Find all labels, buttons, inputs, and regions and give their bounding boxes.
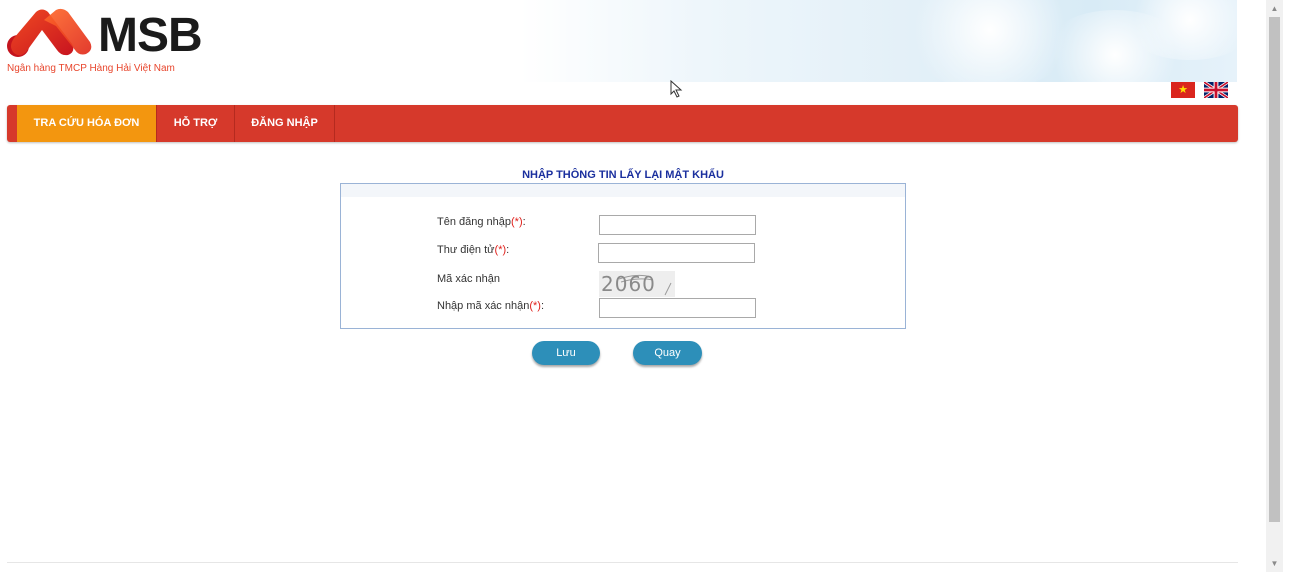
email-label: Thư điện tử(*): — [437, 244, 509, 256]
captcha-input-label-text: Nhập mã xác nhận — [437, 300, 530, 312]
nav-ho-tro[interactable]: HỖ TRỢ — [157, 105, 235, 142]
label-colon: : — [506, 244, 510, 256]
main-nav: TRA CỨU HÓA ĐƠN HỖ TRỢ ĐĂNG NHẬP — [7, 105, 1238, 142]
email-label-text: Thư điện tử — [437, 244, 495, 256]
scroll-down-icon[interactable]: ▼ — [1266, 555, 1283, 572]
required-mark: (*) — [529, 300, 541, 312]
msb-logo[interactable]: MSB Ngân hàng TMCP Hàng Hải Việt Nam — [6, 8, 226, 78]
logo-subtitle: Ngân hàng TMCP Hàng Hải Việt Nam — [7, 63, 175, 74]
flag-star: ★ — [1178, 84, 1188, 96]
password-recovery-form: Tên đăng nhập(*): Thư điện tử(*): Mã xác… — [340, 183, 906, 329]
vietnamese-flag-icon[interactable]: ★ — [1171, 82, 1195, 98]
language-switcher: ★ — [1171, 82, 1234, 98]
captcha-label: Mã xác nhận — [437, 273, 500, 285]
label-colon: : — [540, 300, 545, 312]
required-mark: (*) — [511, 216, 523, 228]
save-button[interactable]: Lưu — [532, 341, 600, 365]
captcha-image: 2060 — [599, 271, 675, 297]
msb-logo-icon — [7, 8, 92, 57]
nav-dang-nhap[interactable]: ĐĂNG NHẬP — [235, 105, 335, 142]
captcha-input-label: Nhập mã xác nhận(*): — [437, 300, 544, 312]
nav-tra-cuu-hoa-don[interactable]: TRA CỨU HÓA ĐƠN — [17, 105, 157, 142]
header-banner — [520, 0, 1237, 82]
scrollbar-thumb[interactable] — [1269, 17, 1280, 522]
form-header-strip — [341, 184, 905, 197]
page-bottom-divider — [7, 562, 1238, 563]
email-input[interactable] — [598, 243, 755, 263]
required-mark: (*) — [494, 244, 507, 256]
back-button[interactable]: Quay — [633, 341, 702, 365]
scroll-up-icon[interactable]: ▲ — [1266, 0, 1283, 17]
captcha-input[interactable] — [599, 298, 756, 318]
mouse-cursor-icon — [670, 80, 683, 98]
captcha-code: 2060 — [601, 272, 656, 296]
username-label: Tên đăng nhập(*): — [437, 216, 526, 228]
username-label-text: Tên đăng nhập — [437, 216, 512, 228]
header: MSB Ngân hàng TMCP Hàng Hải Việt Nam ★ — [0, 0, 1240, 100]
logo-text: MSB — [98, 9, 203, 62]
label-colon: : — [522, 216, 526, 228]
username-input[interactable] — [599, 215, 756, 235]
vertical-scrollbar[interactable]: ▲ ▼ — [1266, 0, 1283, 572]
form-title: NHẬP THÔNG TIN LẤY LẠI MẬT KHẨU — [522, 169, 724, 181]
english-flag-icon[interactable] — [1204, 82, 1229, 98]
